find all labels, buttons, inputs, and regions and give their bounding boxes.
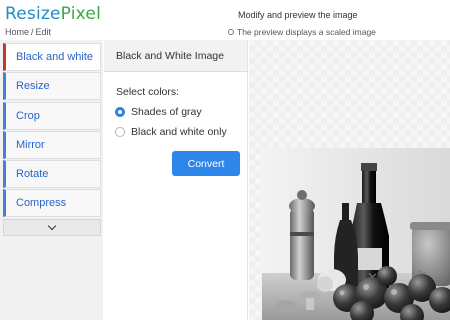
radio-shades-of-gray[interactable]: Shades of gray <box>115 106 202 118</box>
sidebar-item-label: Mirror <box>16 138 45 151</box>
panel-title: Black and White Image <box>104 40 247 72</box>
preview-image <box>262 148 450 320</box>
radio-black-and-white-only[interactable]: Black and white only <box>115 126 227 138</box>
radio-button-checked[interactable] <box>115 107 125 117</box>
image-preview-area <box>249 40 450 320</box>
breadcrumb-separator: / <box>31 27 34 37</box>
app-window: ResizePixel Home / Edit Modify and preview… <box>0 0 450 320</box>
info-icon <box>228 29 234 35</box>
preview-note: The preview displays a scaled image <box>228 27 376 37</box>
convert-button[interactable]: Convert <box>172 151 240 176</box>
sidebar-more-button[interactable] <box>3 218 101 236</box>
sidebar-item-mirror[interactable]: Mirror <box>3 130 101 159</box>
breadcrumb-home[interactable]: Home <box>5 27 29 37</box>
sidebar-item-crop[interactable]: Crop <box>3 101 101 130</box>
sidebar-item-label: Rotate <box>16 168 49 181</box>
sidebar-menu: Black and white Resize Crop Mirror Rotat… <box>3 43 101 236</box>
select-colors-label: Select colors: <box>116 86 180 98</box>
sidebar-item-compress[interactable]: Compress <box>3 189 101 218</box>
options-panel: Black and White Image Select colors: Sha… <box>104 40 248 320</box>
sidebar-item-label: Compress <box>16 197 67 210</box>
preview-note-text: The preview displays a scaled image <box>237 27 376 37</box>
chevron-down-icon <box>47 221 57 231</box>
breadcrumb-current: Edit <box>35 27 52 37</box>
sidebar-item-label: Resize <box>16 80 50 93</box>
logo-pixel: Pixel <box>60 4 101 24</box>
radio-button[interactable] <box>115 127 125 137</box>
sidebar-item-label: Black and white <box>16 51 94 63</box>
app-logo[interactable]: ResizePixel <box>5 4 101 24</box>
radio-label: Shades of gray <box>131 106 202 118</box>
sidebar-item-resize[interactable]: Resize <box>3 72 101 101</box>
sidebar-item-rotate[interactable]: Rotate <box>3 160 101 189</box>
page-title: Modify and preview the image <box>238 10 358 20</box>
sidebar-item-label: Crop <box>16 109 40 122</box>
breadcrumb: Home / Edit <box>5 27 51 37</box>
logo-resize: Resize <box>5 4 61 24</box>
sidebar-item-black-and-white[interactable]: Black and white <box>3 43 101 71</box>
radio-label: Black and white only <box>131 126 227 138</box>
sidebar: Black and white Resize Crop Mirror Rotat… <box>0 40 103 320</box>
